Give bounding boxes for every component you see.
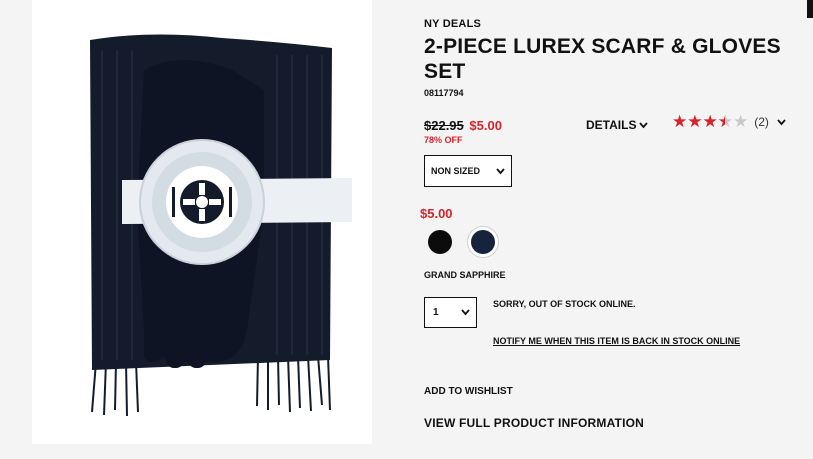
star-rating-fill: ★★★★★ — [672, 113, 725, 131]
details-toggle[interactable]: DETAILS — [586, 118, 649, 132]
view-full-info-link[interactable]: VIEW FULL PRODUCT INFORMATION — [424, 416, 644, 430]
sale-price: $5.00 — [469, 118, 502, 133]
chevron-down-icon — [461, 309, 470, 316]
chevron-down-icon — [639, 121, 649, 128]
original-price: $22.95 — [424, 118, 464, 133]
size-select[interactable]: NON SIZED — [424, 155, 512, 187]
product-main-image — [32, 0, 372, 444]
quantity-select[interactable]: 1 — [424, 297, 477, 328]
swatch-grand-sapphire[interactable] — [467, 226, 499, 258]
chevron-down-icon — [496, 167, 505, 174]
stock-message: SORRY, OUT OF STOCK ONLINE. — [493, 299, 636, 309]
swatch-black-color — [428, 230, 452, 254]
rating-count: (2) — [754, 115, 769, 129]
price-row: $22.95 $5.00 — [424, 118, 502, 133]
notify-me-link[interactable]: NOTIFY ME WHEN THIS ITEM IS BACK IN STOC… — [493, 336, 740, 346]
product-sku: 08117794 — [424, 88, 464, 98]
rating-widget[interactable]: ★★★★★ ★★★★★ (2) — [672, 113, 786, 131]
star-rating-icon: ★★★★★ ★★★★★ — [672, 112, 749, 131]
swatch-black[interactable] — [424, 226, 456, 258]
edge-tab[interactable] — [807, 0, 813, 18]
discount-label: 78% OFF — [424, 135, 463, 145]
chevron-down-icon — [777, 118, 786, 125]
product-title: 2-PIECE LUREX SCARF & GLOVES SET — [424, 35, 781, 83]
category-label[interactable]: NY DEALS — [424, 18, 481, 30]
add-to-wishlist-link[interactable]: ADD TO WISHLIST — [424, 386, 513, 397]
quantity-value: 1 — [433, 307, 439, 318]
product-info-panel: NY DEALS 2-PIECE LUREX SCARF & GLOVES SE… — [420, 0, 813, 459]
swatch-grand-sapphire-color — [471, 230, 495, 254]
size-value: NON SIZED — [431, 166, 481, 176]
selected-color-name: GRAND SAPPHIRE — [424, 270, 506, 280]
details-label: DETAILS — [586, 118, 637, 132]
selected-price: $5.00 — [420, 206, 453, 221]
